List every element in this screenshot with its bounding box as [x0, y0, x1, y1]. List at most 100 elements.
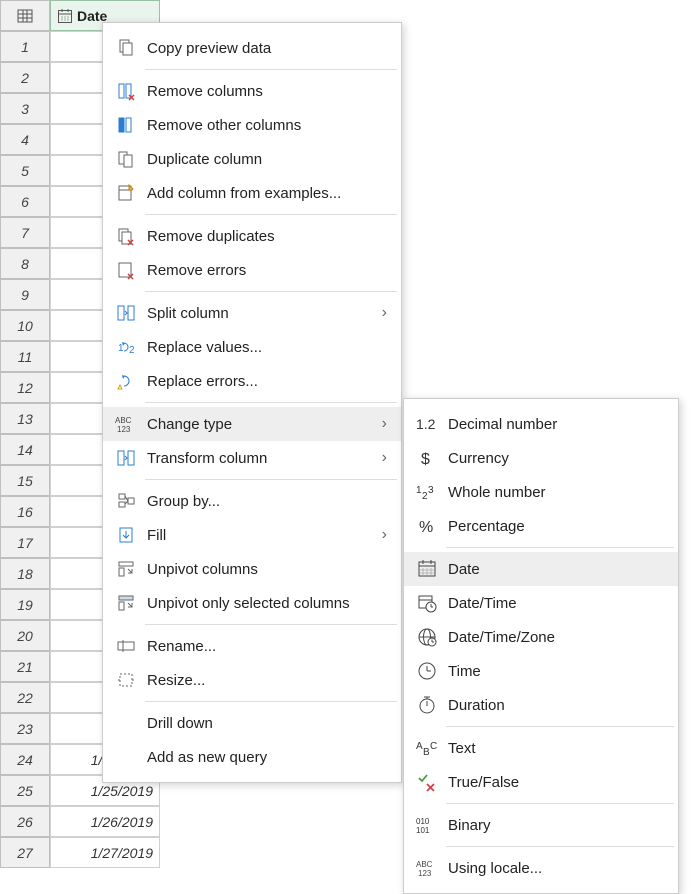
resize-icon — [113, 670, 139, 690]
row-header[interactable]: 12 — [0, 372, 50, 403]
type-datetime[interactable]: Date/Time — [404, 586, 678, 620]
row-header[interactable]: 3 — [0, 93, 50, 124]
rename-icon — [113, 636, 139, 656]
svg-text:ABC: ABC — [115, 416, 132, 425]
type-time[interactable]: Time — [404, 654, 678, 688]
table-icon — [17, 8, 33, 24]
binary-icon: 010101 — [414, 816, 440, 834]
row-header[interactable]: 10 — [0, 310, 50, 341]
row-header[interactable]: 8 — [0, 248, 50, 279]
row-header[interactable]: 14 — [0, 434, 50, 465]
chevron-right-icon: › — [373, 449, 387, 467]
currency-icon: $ — [414, 448, 440, 468]
menu-resize[interactable]: Resize... — [103, 663, 401, 697]
row-header[interactable]: 20 — [0, 620, 50, 651]
unpivot-icon — [113, 559, 139, 579]
svg-text:%: % — [419, 519, 433, 536]
row-header[interactable]: 27 — [0, 837, 50, 868]
type-binary[interactable]: 010101 Binary — [404, 808, 678, 842]
row-header[interactable]: 17 — [0, 527, 50, 558]
duration-icon — [414, 695, 440, 715]
type-true-false[interactable]: True/False — [404, 765, 678, 799]
svg-text:B: B — [423, 747, 430, 757]
menu-rename[interactable]: Rename... — [103, 629, 401, 663]
chevron-right-icon: › — [373, 304, 387, 322]
data-cell[interactable]: 1/27/2019 — [50, 837, 160, 868]
type-currency[interactable]: $ Currency — [404, 441, 678, 475]
column-context-menu: Copy preview data Remove columns Remove … — [102, 22, 402, 783]
row-header[interactable]: 4 — [0, 124, 50, 155]
svg-text:$: $ — [421, 451, 430, 468]
type-text[interactable]: ABC Text — [404, 731, 678, 765]
svg-text:ABC: ABC — [416, 860, 433, 869]
type-percentage[interactable]: % Percentage — [404, 509, 678, 543]
menu-remove-other-columns[interactable]: Remove other columns — [103, 108, 401, 142]
percentage-icon: % — [414, 516, 440, 536]
row-header[interactable]: 5 — [0, 155, 50, 186]
copy-icon — [113, 38, 139, 58]
remove-other-columns-icon — [113, 115, 139, 135]
svg-text:1.2: 1.2 — [416, 416, 436, 432]
menu-remove-errors[interactable]: Remove errors — [103, 253, 401, 287]
row-header[interactable]: 1 — [0, 31, 50, 62]
menu-duplicate-column[interactable]: Duplicate column — [103, 142, 401, 176]
type-date[interactable]: Date — [404, 552, 678, 586]
group-by-icon — [113, 491, 139, 511]
menu-replace-errors[interactable]: Replace errors... — [103, 364, 401, 398]
row-header[interactable]: 19 — [0, 589, 50, 620]
menu-unpivot-only-selected[interactable]: Unpivot only selected columns — [103, 586, 401, 620]
menu-replace-values[interactable]: 12 Replace values... — [103, 330, 401, 364]
row-header[interactable]: 2 — [0, 62, 50, 93]
replace-errors-icon — [113, 371, 139, 391]
datetime-icon — [414, 593, 440, 613]
type-datetimezone[interactable]: Date/Time/Zone — [404, 620, 678, 654]
svg-text:123: 123 — [418, 869, 432, 878]
row-header[interactable]: 24 — [0, 744, 50, 775]
row-header[interactable]: 13 — [0, 403, 50, 434]
menu-add-as-new-query[interactable]: Add as new query — [103, 740, 401, 774]
row-header[interactable]: 15 — [0, 465, 50, 496]
row-header[interactable]: 11 — [0, 341, 50, 372]
row-header[interactable]: 26 — [0, 806, 50, 837]
menu-copy-preview[interactable]: Copy preview data — [103, 31, 401, 65]
text-icon: ABC — [414, 739, 440, 757]
remove-columns-icon — [113, 81, 139, 101]
chevron-right-icon: › — [373, 526, 387, 544]
change-type-submenu: 1.2 Decimal number $ Currency 123 Whole … — [403, 398, 679, 894]
menu-remove-columns[interactable]: Remove columns — [103, 74, 401, 108]
menu-remove-duplicates[interactable]: Remove duplicates — [103, 219, 401, 253]
menu-drill-down[interactable]: Drill down — [103, 706, 401, 740]
menu-fill[interactable]: Fill › — [103, 518, 401, 552]
menu-group-by[interactable]: Group by... — [103, 484, 401, 518]
svg-text:101: 101 — [416, 826, 430, 834]
menu-unpivot-columns[interactable]: Unpivot columns — [103, 552, 401, 586]
data-cell[interactable]: 1/26/2019 — [50, 806, 160, 837]
svg-text:2: 2 — [129, 345, 135, 356]
row-header[interactable]: 7 — [0, 217, 50, 248]
row-header[interactable]: 21 — [0, 651, 50, 682]
table-corner-cell[interactable] — [0, 0, 50, 31]
type-decimal-number[interactable]: 1.2 Decimal number — [404, 407, 678, 441]
add-from-examples-icon — [113, 183, 139, 203]
row-header[interactable]: 25 — [0, 775, 50, 806]
menu-transform-column[interactable]: Transform column › — [103, 441, 401, 475]
unpivot-selected-icon — [113, 593, 139, 613]
svg-text:3: 3 — [428, 485, 434, 496]
decimal-icon: 1.2 — [414, 415, 440, 433]
menu-split-column[interactable]: Split column › — [103, 296, 401, 330]
duplicate-icon — [113, 149, 139, 169]
menu-change-type[interactable]: ABC123 Change type › — [103, 407, 401, 441]
row-header[interactable]: 16 — [0, 496, 50, 527]
whole-number-icon: 123 — [414, 483, 440, 501]
row-header[interactable]: 23 — [0, 713, 50, 744]
remove-errors-icon — [113, 260, 139, 280]
row-header[interactable]: 6 — [0, 186, 50, 217]
type-duration[interactable]: Duration — [404, 688, 678, 722]
menu-add-from-examples[interactable]: Add column from examples... — [103, 176, 401, 210]
row-header[interactable]: 22 — [0, 682, 50, 713]
type-whole-number[interactable]: 123 Whole number — [404, 475, 678, 509]
row-header[interactable]: 9 — [0, 279, 50, 310]
type-using-locale[interactable]: ABC123 Using locale... — [404, 851, 678, 885]
transform-column-icon — [113, 448, 139, 468]
row-header[interactable]: 18 — [0, 558, 50, 589]
